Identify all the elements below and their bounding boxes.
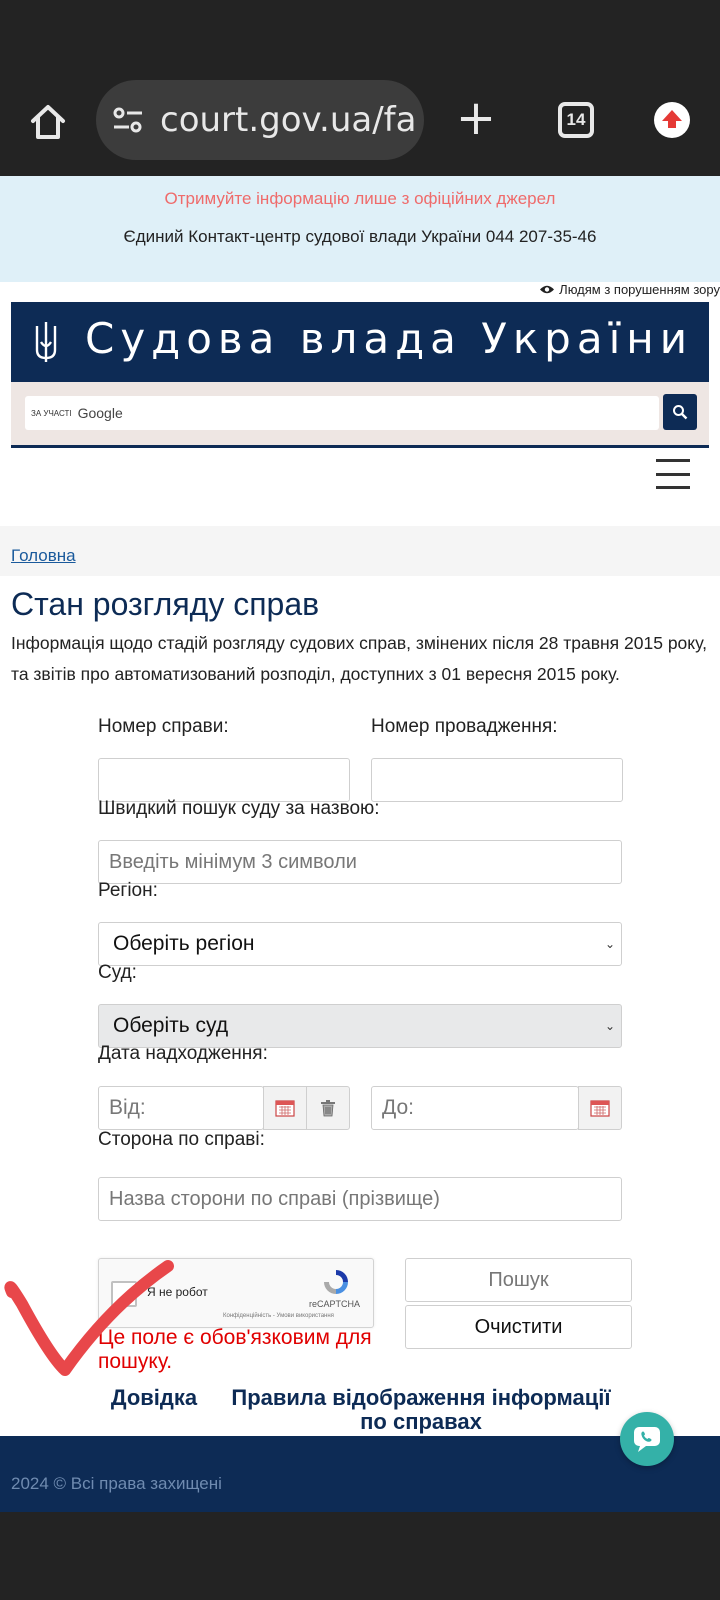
- chat-button[interactable]: [620, 1412, 674, 1466]
- display-rules-link[interactable]: Правила відображення інформації по справ…: [226, 1386, 616, 1434]
- update-button[interactable]: [654, 102, 690, 138]
- system-navigation-bar: [0, 1512, 720, 1600]
- site-footer: 2024 © Всі права захищені: [0, 1436, 720, 1512]
- url-text: court.gov.ua/fa: [160, 100, 417, 140]
- clear-button[interactable]: Очистити: [405, 1305, 632, 1349]
- recaptcha-error: Це поле є обов'язковим для пошуку.: [98, 1326, 372, 1373]
- tab-count: 14: [566, 110, 586, 129]
- calendar-icon: [275, 1100, 295, 1117]
- trident-logo-icon: [35, 322, 57, 362]
- site-search-band: ЗА УЧАСТІ Google: [11, 382, 709, 448]
- proceeding-number-label: Номер провадження:: [371, 716, 558, 737]
- site-search-input[interactable]: ЗА УЧАСТІ Google: [25, 396, 659, 430]
- party-label: Сторона по справі:: [98, 1129, 265, 1150]
- recaptcha-terms[interactable]: Конфіденційність - Умови використання: [223, 1313, 334, 1319]
- search-by-label: ЗА УЧАСТІ: [31, 408, 72, 418]
- browser-toolbar: court.gov.ua/fa + 14: [0, 80, 720, 176]
- search-submit-button[interactable]: [663, 394, 697, 430]
- search-icon: [673, 405, 688, 420]
- notice-warning: Отримуйте інформацію лише з офіційних дж…: [164, 189, 556, 208]
- calendar-icon: [590, 1100, 610, 1117]
- chevron-down-icon: ⌄: [604, 1019, 615, 1033]
- nav-row: [0, 451, 720, 521]
- page-title: Стан розгляду справ: [11, 586, 320, 622]
- home-button[interactable]: [24, 98, 72, 146]
- case-number-label: Номер справи:: [98, 716, 229, 737]
- google-label: Google: [77, 405, 123, 421]
- new-tab-button[interactable]: +: [452, 94, 500, 144]
- party-input[interactable]: Назва сторони по справі (прізвище): [98, 1177, 622, 1221]
- recaptcha-label: Я не робот: [147, 1285, 208, 1299]
- region-select-value: Оберіть регіон: [113, 932, 255, 955]
- plus-icon: +: [455, 90, 497, 146]
- breadcrumb-home-link[interactable]: Головна: [11, 546, 76, 566]
- recaptcha-widget[interactable]: Я не робот reCAPTCHA Конфіденційність - …: [98, 1258, 374, 1328]
- site-settings-icon[interactable]: [112, 103, 146, 137]
- menu-icon[interactable]: [656, 459, 690, 489]
- case-number-input[interactable]: [98, 758, 350, 802]
- date-to-calendar-button[interactable]: [578, 1086, 622, 1130]
- recaptcha-checkbox[interactable]: [111, 1281, 137, 1307]
- tab-switcher-button[interactable]: 14: [558, 102, 594, 138]
- date-from-input[interactable]: Від:: [98, 1086, 264, 1130]
- date-clear-button[interactable]: [306, 1086, 350, 1130]
- status-bar: [0, 0, 720, 80]
- notice-contact: Єдиний Контакт-центр судової влади Украї…: [123, 227, 597, 246]
- search-button[interactable]: Пошук: [405, 1258, 632, 1302]
- page-intro: Інформація щодо стадій розгляду судових …: [11, 633, 707, 684]
- footer-copyright: 2024 © Всі права захищені: [11, 1474, 222, 1493]
- trash-icon: [321, 1100, 335, 1117]
- court-select-value: Оберіть суд: [113, 1014, 229, 1037]
- web-page: Отримуйте інформацію лише з офіційних дж…: [0, 176, 720, 1512]
- site-title: Судова влада України: [85, 314, 694, 363]
- recaptcha-logo-icon: [324, 1270, 348, 1294]
- eye-icon: [540, 285, 555, 294]
- address-bar[interactable]: court.gov.ua/fa: [96, 80, 424, 160]
- region-label: Регіон:: [98, 880, 158, 901]
- site-header[interactable]: Судова влада України: [11, 302, 709, 382]
- court-search-label: Швидкий пошук суду за назвою:: [98, 798, 380, 819]
- official-notice: Отримуйте інформацію лише з офіційних дж…: [0, 176, 720, 282]
- accessibility-link[interactable]: Людям з порушенням зору: [539, 282, 720, 297]
- date-label: Дата надходження:: [98, 1043, 268, 1064]
- court-label: Суд:: [98, 962, 137, 983]
- breadcrumb: Головна: [0, 526, 720, 576]
- court-search-input[interactable]: Введіть мінімум 3 символи: [98, 840, 622, 884]
- court-select[interactable]: Оберіть суд ⌄: [98, 1004, 622, 1048]
- arrow-up-icon: [662, 110, 682, 128]
- region-select[interactable]: Оберіть регіон ⌄: [98, 922, 622, 966]
- date-from-calendar-button[interactable]: [263, 1086, 307, 1130]
- proceeding-number-input[interactable]: [371, 758, 623, 802]
- home-icon: [31, 105, 65, 139]
- phone-chat-icon: [634, 1427, 660, 1452]
- chevron-down-icon: ⌄: [604, 937, 615, 951]
- help-link[interactable]: Довідка: [104, 1386, 204, 1410]
- recaptcha-brand: reCAPTCHA: [309, 1299, 361, 1309]
- date-to-input[interactable]: До:: [371, 1086, 579, 1130]
- accessibility-label: Людям з порушенням зору: [559, 282, 720, 297]
